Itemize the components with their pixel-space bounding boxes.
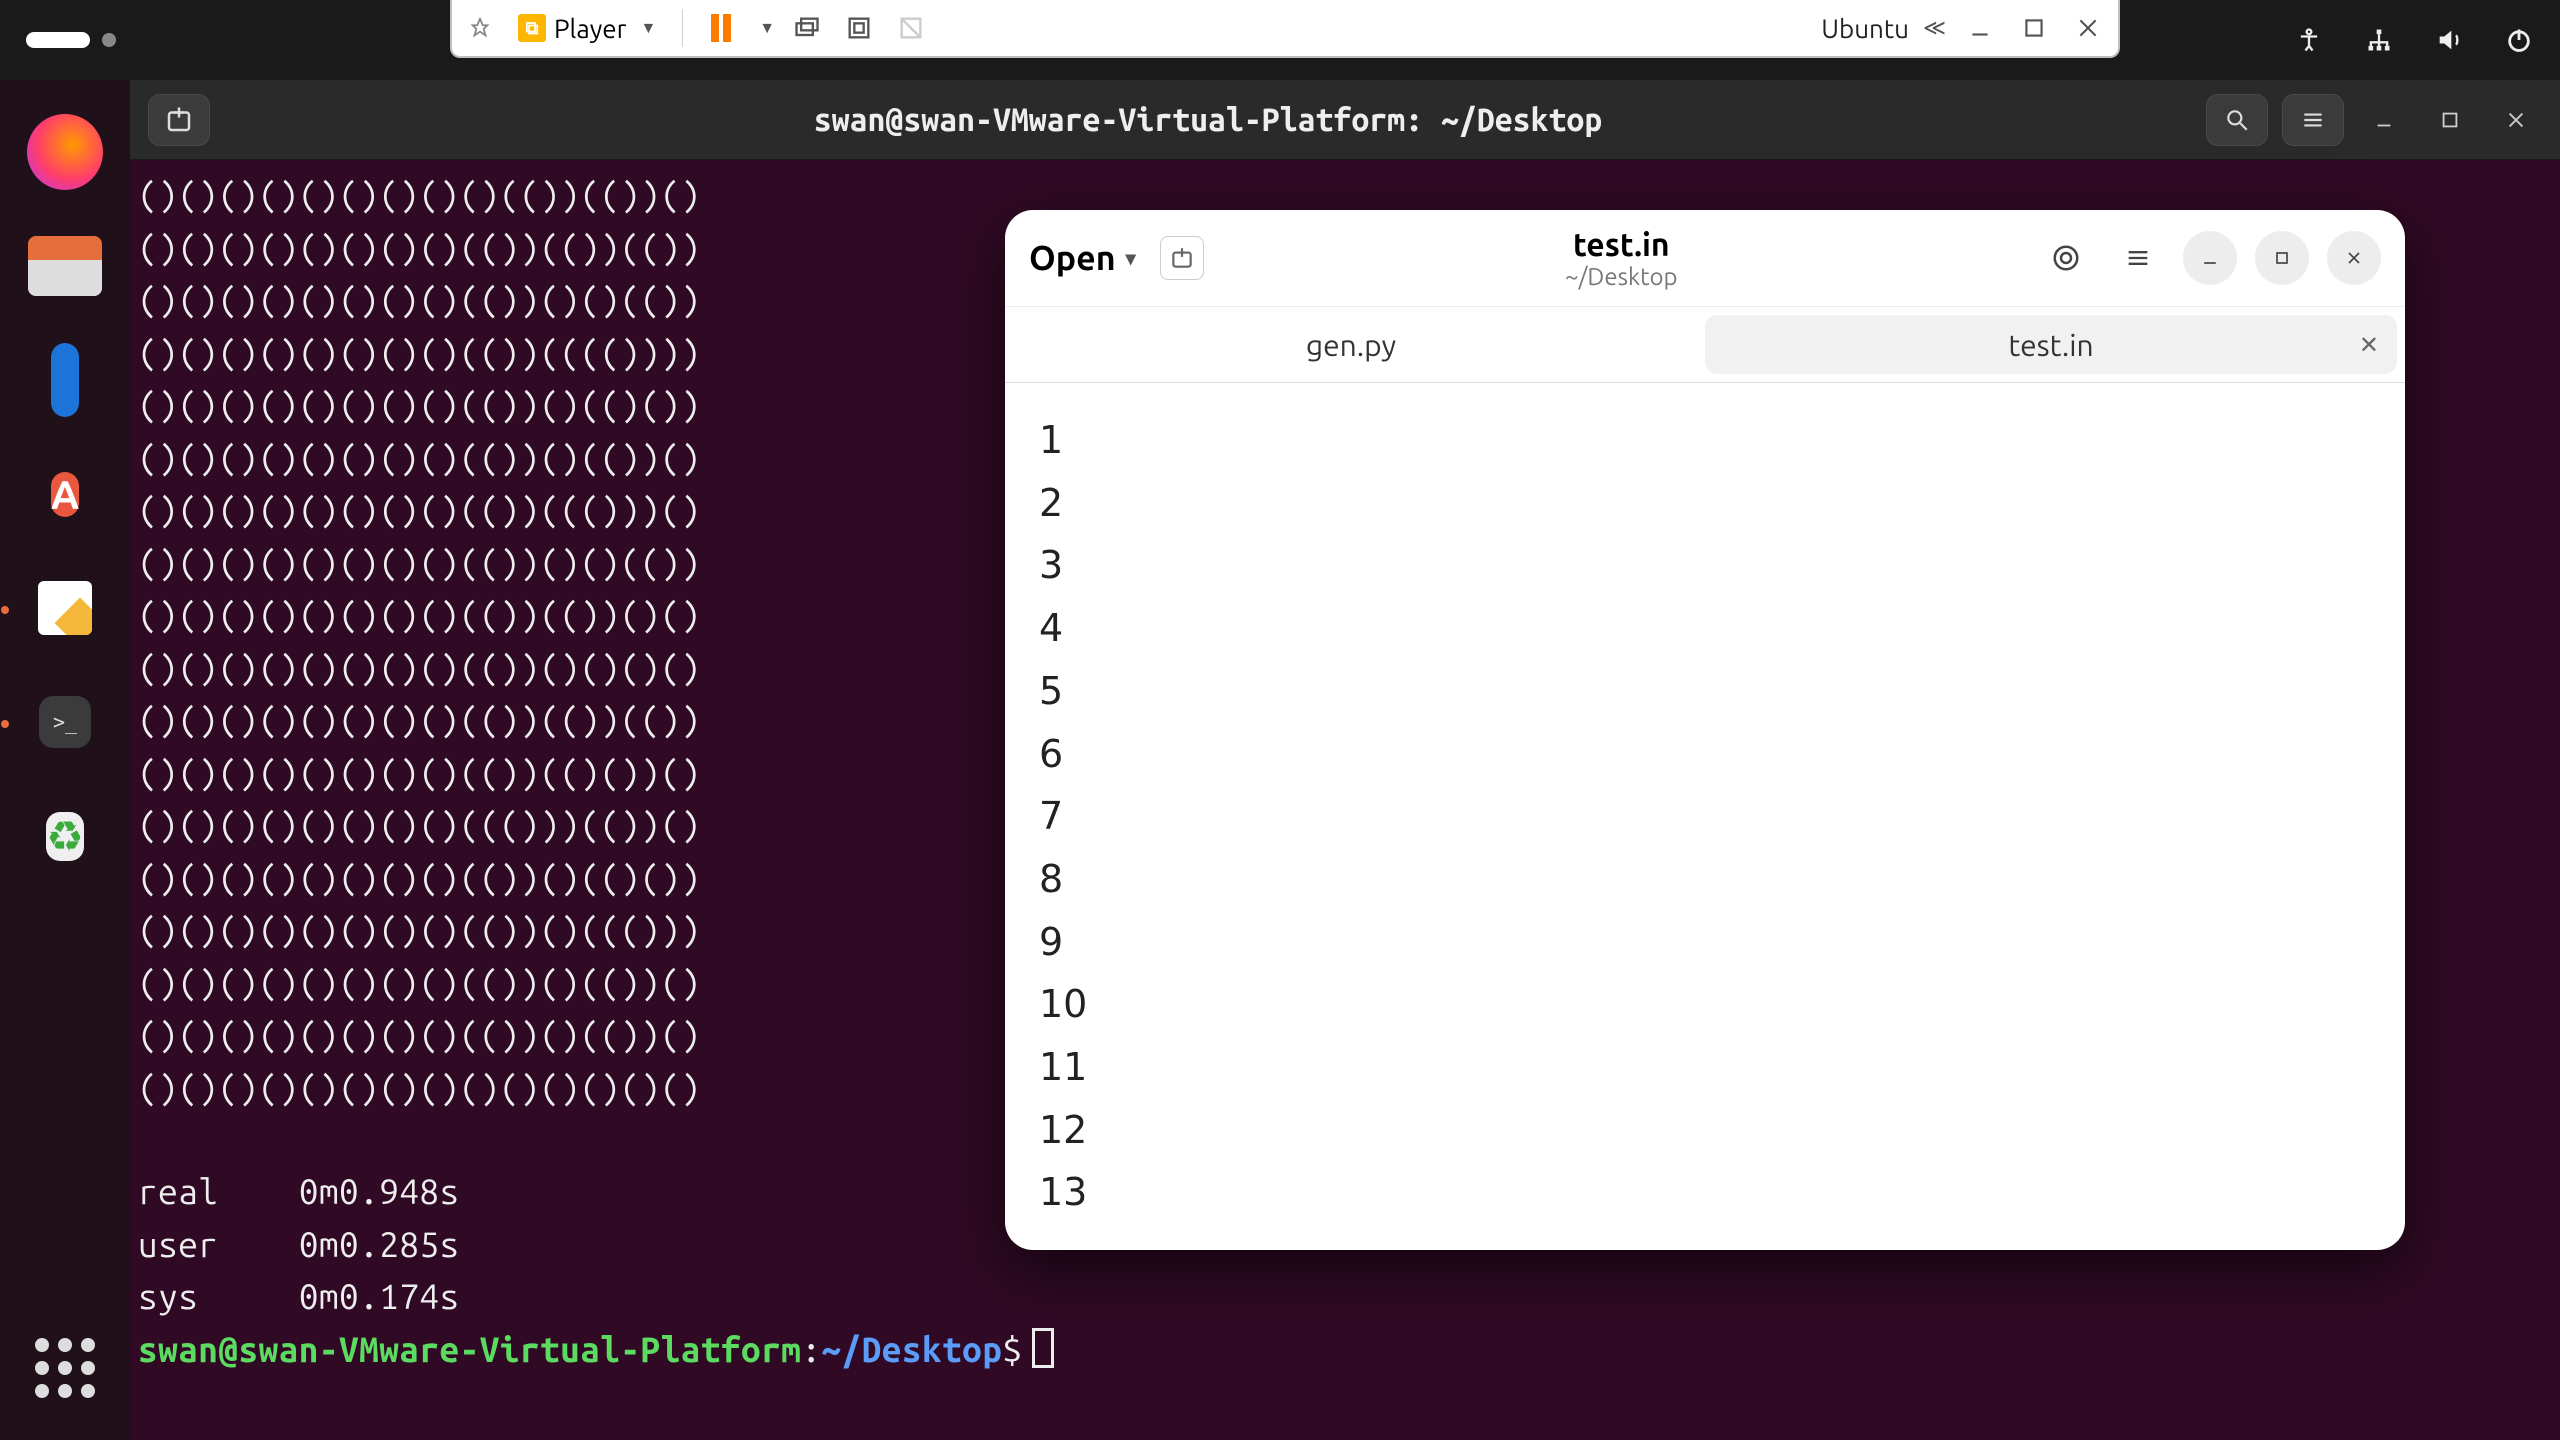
file-line: 5 [1039,660,2371,723]
tab-label: gen.py [1306,328,1396,362]
prompt-dollar: $ [1002,1329,1022,1369]
dock-writer[interactable] [23,338,107,422]
file-line: 12 [1039,1099,2371,1162]
restore-vm-button[interactable] [2014,8,2054,48]
dock-terminal[interactable]: >_ [23,680,107,764]
new-tab-button[interactable] [1160,236,1204,280]
dock-software[interactable]: A [23,452,107,536]
player-label: Player [554,14,626,43]
software-icon: A [51,472,79,517]
gedit-headerbar: Open ▾ test.in ~/Desktop [1005,210,2405,307]
tab-gen-py[interactable]: gen.py [1005,307,1697,382]
separator [682,9,683,47]
close-vm-button[interactable] [2068,8,2108,48]
vmware-toolbar: ⧉ Player ▼ ▼ Ubuntu ≪ [450,0,2120,58]
guest-os-label: Ubuntu [1821,14,1909,43]
time-sys-label: sys [138,1276,198,1316]
file-line: 13 [1039,1161,2371,1224]
prompt-path: ~/Desktop [821,1329,1002,1369]
time-real-value: 0m0.948s [299,1171,460,1211]
minimize-button[interactable] [2183,231,2237,285]
maximize-button[interactable] [2255,231,2309,285]
gedit-title-area: test.in ~/Desktop [1222,227,2021,290]
unity-button[interactable] [891,8,931,48]
app-grid-icon [35,1338,95,1398]
gedit-subtitle: ~/Desktop [1222,263,2021,290]
terminal-title: swan@swan-VMware-Virtual-Platform: ~/Des… [226,102,2190,138]
cursor-icon [1032,1328,1054,1368]
dock-trash[interactable]: ♻ [23,794,107,878]
prompt-sep: : [801,1329,821,1369]
file-line: 11 [1039,1036,2371,1099]
activities-dot-icon [102,33,116,47]
network-icon[interactable] [2364,25,2394,55]
file-line: 3 [1039,534,2371,597]
chevron-down-icon: ▾ [1126,246,1136,270]
open-label: Open [1029,239,1116,277]
chevrons-left-icon[interactable]: ≪ [1923,15,1946,41]
ubuntu-dock: A >_ ♻ [0,80,130,1440]
terminal-titlebar: swan@swan-VMware-Virtual-Platform: ~/Des… [130,80,2560,160]
pin-icon[interactable] [462,10,498,46]
file-line: 1 [1039,409,2371,472]
dock-firefox[interactable] [23,110,107,194]
fullscreen-button[interactable] [839,8,879,48]
player-menu[interactable]: ⧉ Player ▼ [510,10,664,47]
gedit-icon [38,581,92,635]
new-tab-button[interactable] [148,94,210,146]
prompt-user-host: swan@swan-VMware-Virtual-Platform [138,1329,801,1369]
close-button[interactable] [2490,99,2542,141]
file-line: 7 [1039,785,2371,848]
file-line: 10 [1039,973,2371,1036]
system-tray [2294,25,2534,55]
hamburger-menu[interactable] [2282,94,2344,146]
activities-button[interactable] [26,32,116,48]
maximize-button[interactable] [2424,99,2476,141]
accessibility-icon[interactable] [2294,25,2324,55]
dock-show-apps[interactable] [23,1326,107,1410]
close-button[interactable] [2327,231,2381,285]
file-line: 6 [1039,723,2371,786]
time-sys-value: 0m0.174s [299,1276,460,1316]
minimize-button[interactable] [2358,99,2410,141]
file-line: 8 [1039,848,2371,911]
gedit-window: Open ▾ test.in ~/Desktop gen.py [1005,210,2405,1250]
gedit-tabbar: gen.py test.in ✕ [1005,307,2405,383]
pause-vm-button[interactable] [701,8,741,48]
tab-label: test.in [2008,328,2093,362]
volume-icon[interactable] [2434,25,2464,55]
trash-icon: ♻ [46,812,84,861]
writer-icon [51,343,79,417]
minimize-vm-button[interactable] [1960,8,2000,48]
files-icon [28,236,102,296]
power-icon[interactable] [2504,25,2534,55]
dock-files[interactable] [23,224,107,308]
chevron-down-icon[interactable]: ▼ [759,19,775,38]
save-button[interactable] [2039,231,2093,285]
hamburger-menu[interactable] [2111,231,2165,285]
player-logo-icon: ⧉ [518,14,546,42]
terminal-icon: >_ [39,696,91,748]
time-real-label: real [138,1171,218,1211]
time-user-value: 0m0.285s [299,1224,460,1264]
close-tab-icon[interactable]: ✕ [2359,331,2379,359]
search-button[interactable] [2206,94,2268,146]
activities-pill-icon [26,32,90,48]
open-button[interactable]: Open ▾ [1029,239,1136,277]
firefox-icon [27,114,103,190]
time-user-label: user [138,1224,218,1264]
file-line: 2 [1039,472,2371,535]
send-keys-button[interactable] [787,8,827,48]
gedit-text-area[interactable]: 12345678910111213 [1005,383,2405,1250]
file-line: 9 [1039,911,2371,974]
tab-test-in[interactable]: test.in ✕ [1705,315,2397,374]
chevron-down-icon: ▼ [640,19,656,38]
dock-text-editor[interactable] [23,566,107,650]
file-line: 4 [1039,597,2371,660]
gedit-title: test.in [1222,227,2021,263]
